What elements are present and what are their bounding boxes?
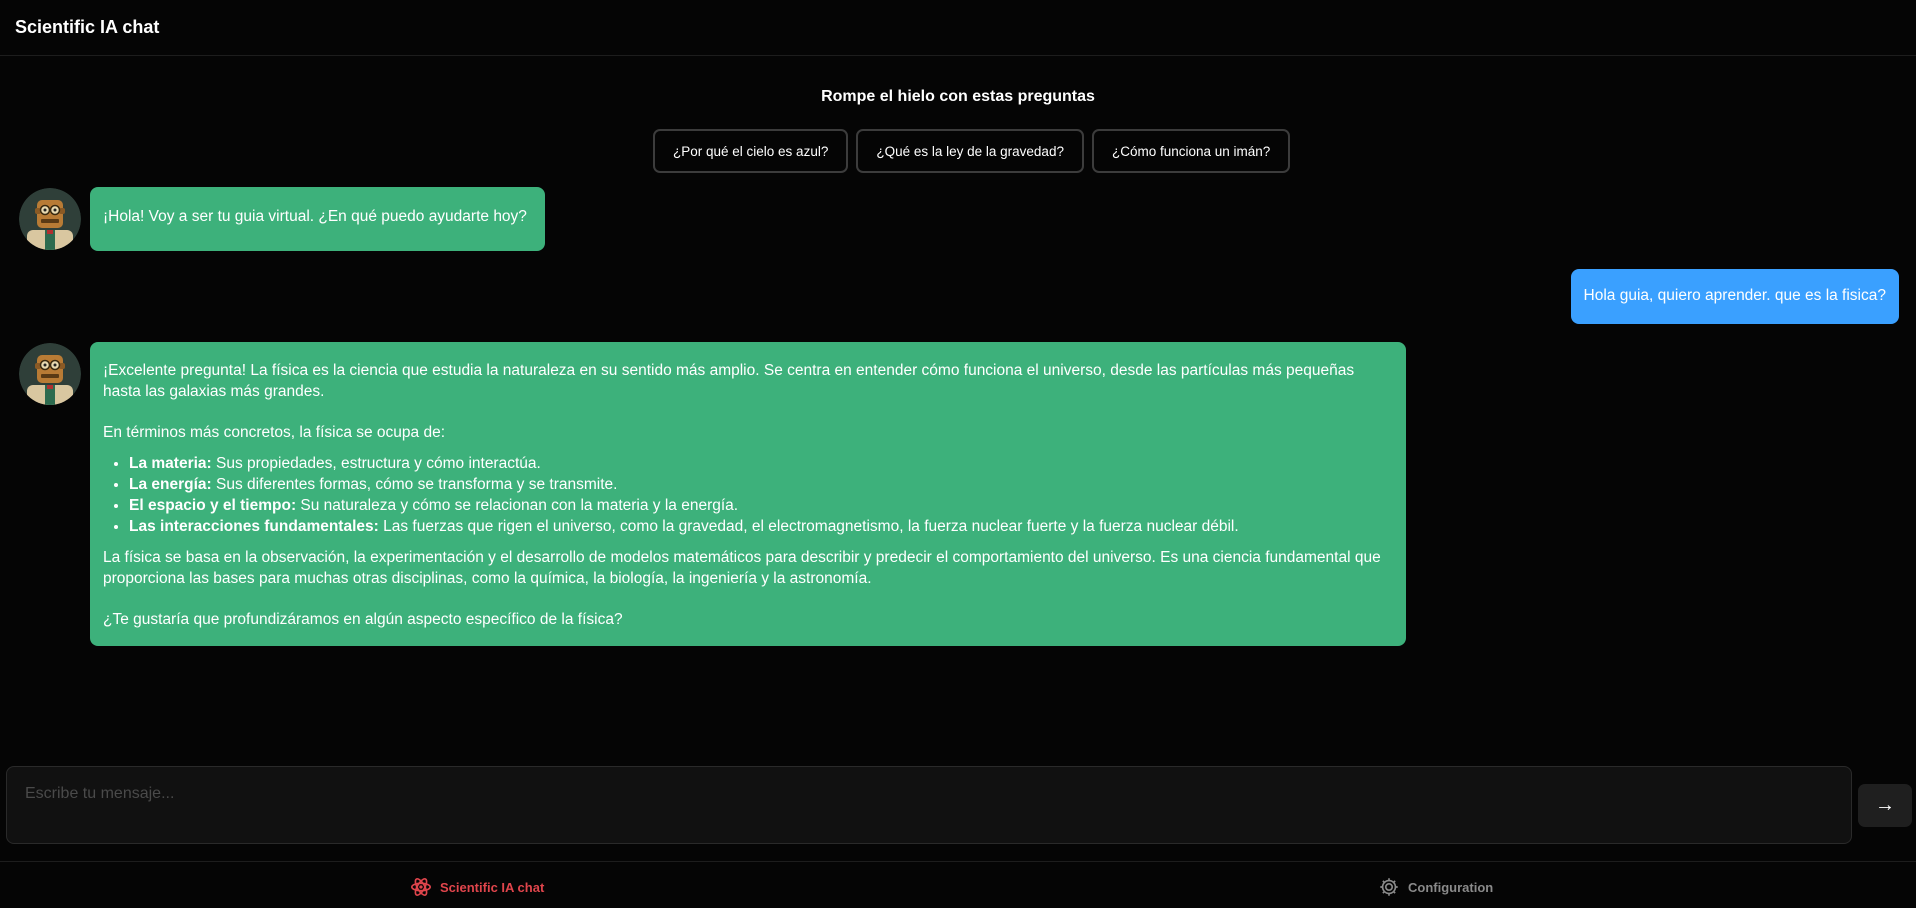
list-item: El espacio y el tiempo: Su naturaleza y …	[129, 495, 1393, 516]
answer-intro: ¡Excelente pregunta! La física es la cie…	[103, 362, 1355, 400]
answer-closing: ¿Te gustaría que profundizáramos en algú…	[103, 611, 623, 628]
atom-icon	[411, 878, 431, 896]
user-message: Hola guia, quiero aprender. que es la fi…	[1570, 269, 1899, 324]
bot-message-answer: ¡Excelente pregunta! La física es la cie…	[90, 342, 1406, 646]
robot-scientist-icon	[19, 343, 81, 405]
app-header: Scientific IA chat	[0, 0, 1916, 56]
gear-icon	[1380, 878, 1398, 896]
list-item: Las interacciones fundamentales: Las fue…	[129, 516, 1393, 537]
answer-body: La física se basa en la observación, la …	[103, 549, 1381, 587]
icebreaker-button-sky[interactable]: ¿Por qué el cielo es azul?	[653, 129, 849, 173]
icebreakers-row: ¿Por qué el cielo es azul? ¿Qué es la le…	[653, 129, 1291, 173]
bottom-nav: Scientific IA chat Configuration	[0, 861, 1916, 908]
icebreaker-button-magnet[interactable]: ¿Cómo funciona un imán?	[1091, 129, 1291, 173]
list-item: La energía: Sus diferentes formas, cómo …	[129, 474, 1393, 495]
message-input[interactable]	[7, 767, 1851, 843]
nav-config-label: Configuration	[1408, 879, 1494, 895]
nav-item-configuration[interactable]: Configuration	[1378, 876, 1493, 898]
chat-app: Scientific IA chat Rompe el hielo con es…	[0, 0, 1916, 908]
answer-lead: En términos más concretos, la física se …	[103, 424, 446, 441]
nav-item-chat[interactable]: Scientific IA chat	[410, 876, 544, 898]
robot-scientist-icon	[19, 188, 81, 250]
icebreaker-button-gravity[interactable]: ¿Qué es la ley de la gravedad?	[856, 129, 1084, 173]
nav-chat-label: Scientific IA chat	[440, 879, 545, 895]
bot-avatar	[19, 343, 81, 405]
send-button[interactable]: →	[1858, 784, 1912, 827]
icebreakers-title: Rompe el hielo con estas preguntas	[821, 88, 1095, 105]
bot-avatar	[19, 188, 81, 250]
list-item: La materia: Sus propiedades, estructura …	[129, 453, 1393, 474]
message-composer	[6, 766, 1852, 844]
bot-message-greeting: ¡Hola! Voy a ser tu guia virtual. ¿En qu…	[90, 187, 545, 251]
answer-list: La materia: Sus propiedades, estructura …	[129, 453, 1393, 537]
app-title: Scientific IA chat	[15, 17, 160, 37]
